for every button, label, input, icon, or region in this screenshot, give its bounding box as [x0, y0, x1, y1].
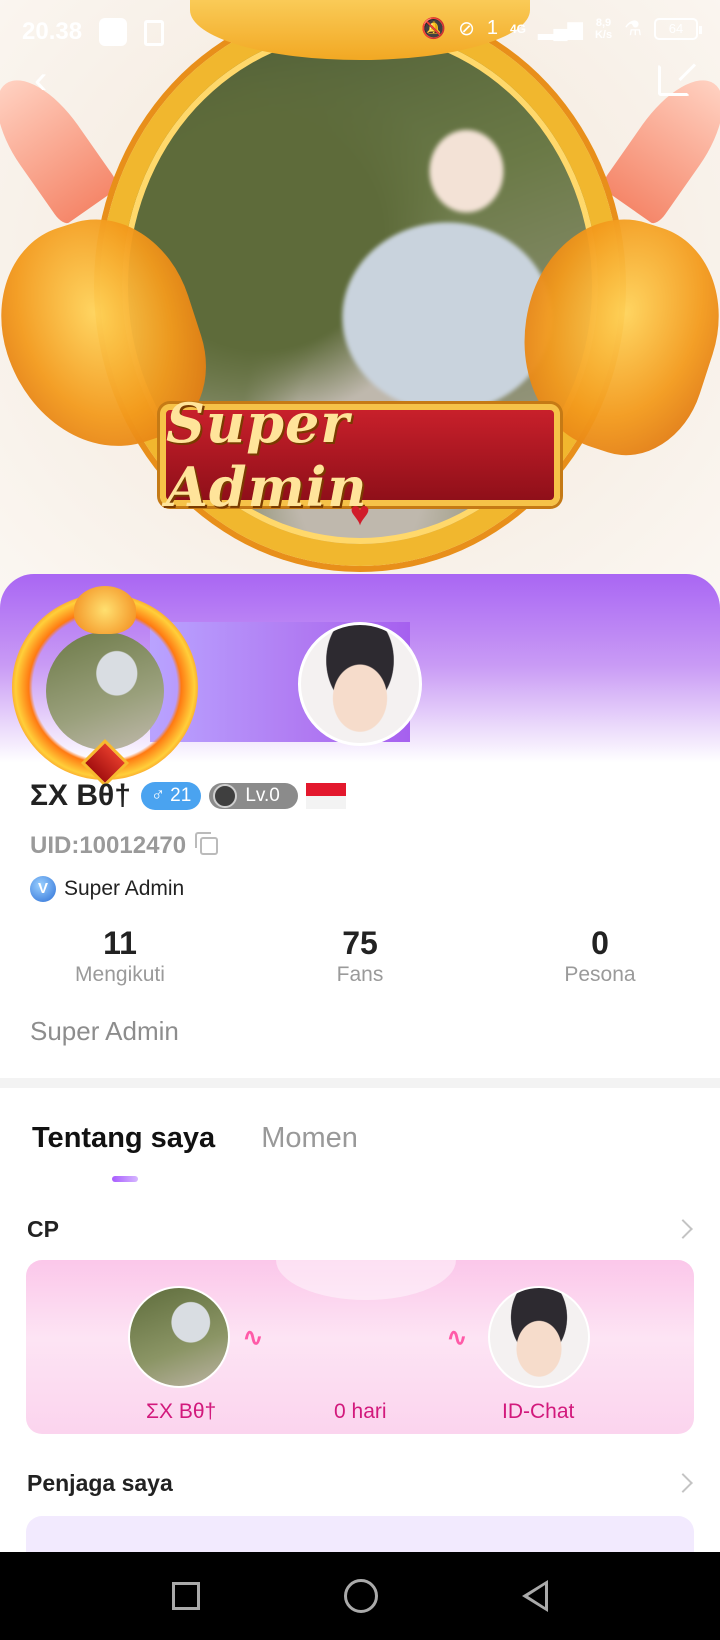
heartbeat-icon: ∿ — [446, 1322, 468, 1352]
user-uid: UID:10012470 — [30, 832, 187, 859]
stat-label: Fans — [336, 963, 384, 986]
system-back-button[interactable] — [522, 1580, 548, 1612]
app-notification-icon — [144, 20, 164, 46]
dnd-icon: ⊘ — [458, 18, 475, 40]
verified-icon: V — [30, 876, 56, 902]
stat-value: 11 — [103, 925, 137, 961]
stat-value: 0 — [591, 925, 609, 961]
network-type: 4G — [509, 21, 526, 36]
cp-card[interactable]: ∿ ∿ ΣX Bθ† 0 hari ID-Chat — [26, 1260, 694, 1434]
section-divider — [0, 1078, 720, 1088]
recent-apps-button[interactable] — [172, 1582, 200, 1610]
copy-icon[interactable] — [195, 832, 219, 855]
stat-charm[interactable]: 0 Pesona — [480, 924, 720, 994]
signal-count: 1 — [486, 17, 498, 39]
level-value: Lv.0 — [245, 785, 280, 806]
profile-card: ΣX Bθ† ♂ 21 Lv.0 UID:10012470 V Super Ad… — [0, 574, 720, 1084]
uid-row: UID:10012470 — [30, 832, 219, 860]
cp-partner-avatar[interactable] — [298, 622, 422, 746]
profile-tabs: Tentang saya Momen — [32, 1122, 358, 1155]
age-value: 21 — [170, 785, 192, 806]
mute-icon: 🔕 — [421, 18, 447, 40]
network-speed: 8,9 K/s — [595, 17, 612, 41]
level-icon — [213, 784, 238, 808]
name-row: ΣX Bθ† ♂ 21 Lv.0 — [30, 779, 346, 813]
profile-hero: Super Admin ♥ — [0, 0, 720, 600]
cp-right-name: ID-Chat — [502, 1400, 575, 1423]
stat-fans[interactable]: 75 Fans — [240, 924, 480, 994]
home-button[interactable] — [344, 1579, 378, 1613]
dragon-ornament — [74, 586, 136, 634]
stat-value: 75 — [342, 925, 378, 961]
system-nav-bar — [0, 1552, 720, 1640]
back-button[interactable]: ‹ — [34, 58, 74, 102]
status-bar: 20.38 🔕 ⊘ 1 4G ▂▄▆ 8,9 K/s ⚗ 64 — [0, 0, 720, 66]
guardian-card[interactable] — [26, 1516, 694, 1556]
heartbeat-icon: ∿ — [242, 1322, 264, 1352]
level-badge[interactable]: Lv.0 — [209, 783, 298, 809]
super-admin-banner: Super Admin — [160, 391, 560, 519]
tab-moments[interactable]: Momen — [261, 1122, 358, 1155]
user-avatar[interactable] — [12, 586, 198, 788]
guardian-section-title: Penjaga saya — [27, 1470, 173, 1496]
tab-about[interactable]: Tentang saya — [32, 1122, 215, 1155]
male-icon: ♂ — [150, 785, 166, 806]
user-name: ΣX Bθ† — [30, 779, 131, 812]
notification-icon — [99, 18, 127, 46]
cp-days: 0 hari — [334, 1400, 387, 1423]
cp-section-title: CP — [27, 1216, 59, 1242]
cp-left-name: ΣX Bθ† — [146, 1400, 217, 1423]
active-tab-indicator — [112, 1176, 138, 1182]
heart-icon: ♥ — [349, 495, 371, 533]
chevron-right-icon[interactable] — [673, 1219, 693, 1239]
user-bio: Super Admin — [30, 1016, 179, 1046]
signal-icon: ▂▄▆ — [538, 18, 583, 40]
profile-stats: 11 Mengikuti 75 Fans 0 Pesona — [0, 924, 720, 994]
battery-icon: 64 — [654, 17, 702, 40]
status-time: 20.38 — [22, 18, 83, 45]
flask-icon: ⚗ — [624, 18, 642, 40]
stat-following[interactable]: 11 Mengikuti — [0, 924, 240, 994]
indonesia-flag-icon — [305, 783, 346, 809]
status-icons: 🔕 ⊘ 1 4G ▂▄▆ 8,9 K/s ⚗ 64 — [421, 16, 702, 41]
cp-left-avatar[interactable] — [128, 1286, 230, 1388]
gender-age-badge: ♂ 21 — [140, 782, 202, 810]
role-row: V Super Admin — [30, 876, 184, 902]
speed-value: 8,9 — [595, 16, 612, 29]
cp-right-avatar[interactable] — [488, 1286, 590, 1388]
edit-icon[interactable] — [658, 64, 690, 96]
user-role: Super Admin — [64, 877, 185, 900]
stat-label: Pesona — [564, 963, 636, 986]
stat-label: Mengikuti — [75, 963, 165, 986]
speed-unit: K/s — [594, 28, 613, 41]
chevron-right-icon[interactable] — [673, 1473, 693, 1493]
